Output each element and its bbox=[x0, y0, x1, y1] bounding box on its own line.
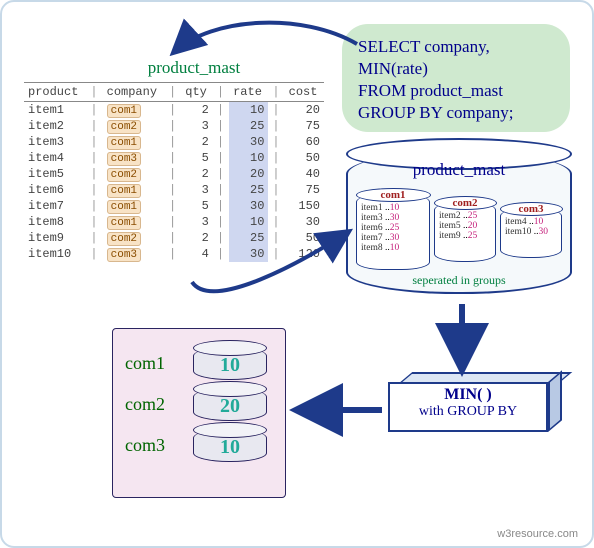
table-row: item10|com3|4|30|120 bbox=[24, 246, 324, 262]
table-row: item7|com1|5|30|150 bbox=[24, 198, 324, 214]
sql-line: SELECT company, bbox=[358, 36, 560, 58]
table-row: item4|com3|5|10|50 bbox=[24, 150, 324, 166]
source-table: product_mast product | company | qty | r… bbox=[24, 58, 324, 262]
result-row: com3 10 bbox=[125, 429, 273, 462]
db-footer: seperated in groups bbox=[348, 273, 570, 288]
grouped-db: product_mast com1item1 ..10item3 ..30ite… bbox=[346, 152, 568, 302]
result-row: com2 20 bbox=[125, 388, 273, 421]
col-rate: rate bbox=[229, 83, 268, 102]
product-mast-table: product | company | qty | rate | cost it… bbox=[24, 82, 324, 262]
col-company: company bbox=[103, 83, 165, 102]
sql-line: FROM product_mast bbox=[358, 80, 560, 102]
col-qty: qty bbox=[181, 83, 213, 102]
table-row: item5|com2|2|20|40 bbox=[24, 166, 324, 182]
result-cylinder: 10 bbox=[193, 347, 267, 380]
min-title: MIN( ) bbox=[390, 386, 546, 404]
result-label: com2 bbox=[125, 394, 179, 415]
col-cost: cost bbox=[285, 83, 324, 102]
table-row: item2|com2|3|25|75 bbox=[24, 118, 324, 134]
result-cylinder: 10 bbox=[193, 429, 267, 462]
min-subtitle: with GROUP BY bbox=[390, 404, 546, 420]
sql-line: MIN(rate) bbox=[358, 58, 560, 80]
watermark: w3resource.com bbox=[497, 528, 578, 540]
group-cylinder: com1item1 ..10item3 ..30item6 ..25item7 … bbox=[356, 194, 430, 270]
group-cylinder: com3item4 ..10item10 ..30 bbox=[500, 208, 562, 258]
table-row: item3|com1|2|30|60 bbox=[24, 134, 324, 150]
table-title: product_mast bbox=[64, 58, 324, 78]
result-row: com1 10 bbox=[125, 347, 273, 380]
diagram-canvas: SELECT company, MIN(rate) FROM product_m… bbox=[0, 0, 594, 548]
result-label: com3 bbox=[125, 435, 179, 456]
table-row: item9|com2|2|25|50 bbox=[24, 230, 324, 246]
group-cylinder: com2item2 ..25item5 ..20item9 ..25 bbox=[434, 202, 496, 262]
result-value: 10 bbox=[220, 436, 240, 459]
result-box: com1 10 com2 20 com3 10 bbox=[112, 328, 286, 498]
sql-line: GROUP BY company; bbox=[358, 102, 560, 124]
result-cylinder: 20 bbox=[193, 388, 267, 421]
result-value: 20 bbox=[220, 395, 240, 418]
result-label: com1 bbox=[125, 353, 179, 374]
db-title: product_mast bbox=[348, 160, 570, 180]
col-product: product bbox=[24, 83, 86, 102]
table-row: item8|com1|3|10|30 bbox=[24, 214, 324, 230]
min-function-box: MIN( ) with GROUP BY bbox=[388, 372, 566, 432]
result-value: 10 bbox=[220, 354, 240, 377]
sql-query-box: SELECT company, MIN(rate) FROM product_m… bbox=[342, 24, 570, 132]
table-row: item1|com1|2|10|20 bbox=[24, 102, 324, 119]
table-row: item6|com1|3|25|75 bbox=[24, 182, 324, 198]
